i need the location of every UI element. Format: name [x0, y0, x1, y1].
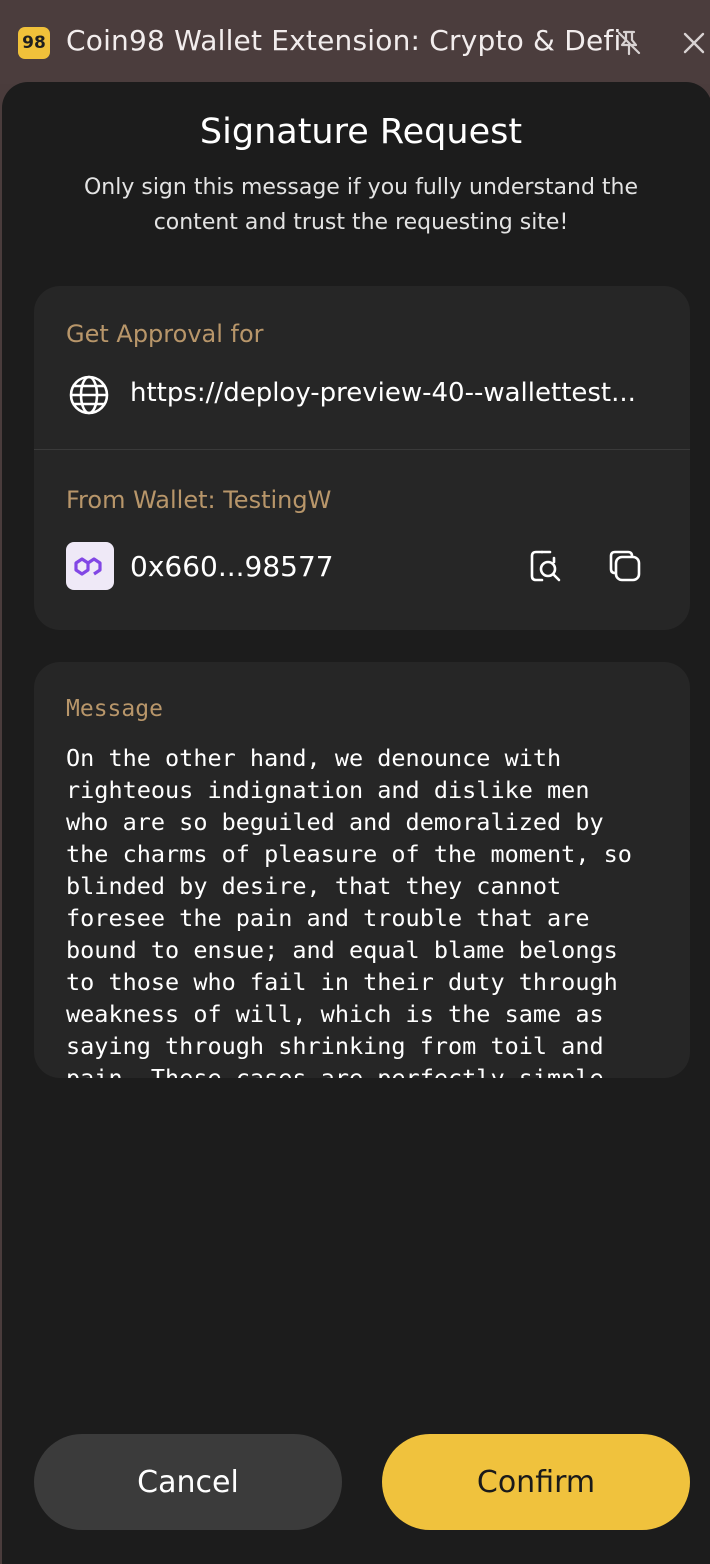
wallet-address: 0x660...98577 [130, 550, 334, 583]
globe-icon [68, 374, 110, 416]
approval-card: Get Approval for https://deploy-preview-… [34, 286, 690, 630]
message-label: Message [66, 696, 163, 722]
coin98-logo: 98 [18, 27, 50, 59]
extension-title: Coin98 Wallet Extension: Crypto & Defi [66, 24, 622, 57]
approval-label: Get Approval for [66, 320, 264, 348]
polygon-icon [66, 542, 114, 590]
requesting-site-url: https://deploy-preview-40--wallettest... [130, 378, 636, 408]
message-card: Message On the other hand, we denounce w… [34, 662, 690, 1078]
page-subtitle: Only sign this message if you fully unde… [83, 175, 639, 235]
cancel-button[interactable]: Cancel [34, 1434, 342, 1530]
wallet-label: From Wallet: TestingW [66, 486, 332, 514]
confirm-button[interactable]: Confirm [382, 1434, 690, 1530]
close-icon[interactable] [680, 28, 708, 58]
message-body: On the other hand, we denounce with righ… [66, 744, 632, 1078]
pin-off-icon[interactable] [614, 28, 644, 58]
explorer-search-icon[interactable] [528, 548, 564, 584]
copy-icon[interactable] [607, 548, 643, 584]
card-divider [34, 449, 690, 450]
page-title: Signature Request [199, 112, 523, 152]
extension-titlebar: 98 Coin98 Wallet Extension: Crypto & Def… [0, 0, 710, 84]
